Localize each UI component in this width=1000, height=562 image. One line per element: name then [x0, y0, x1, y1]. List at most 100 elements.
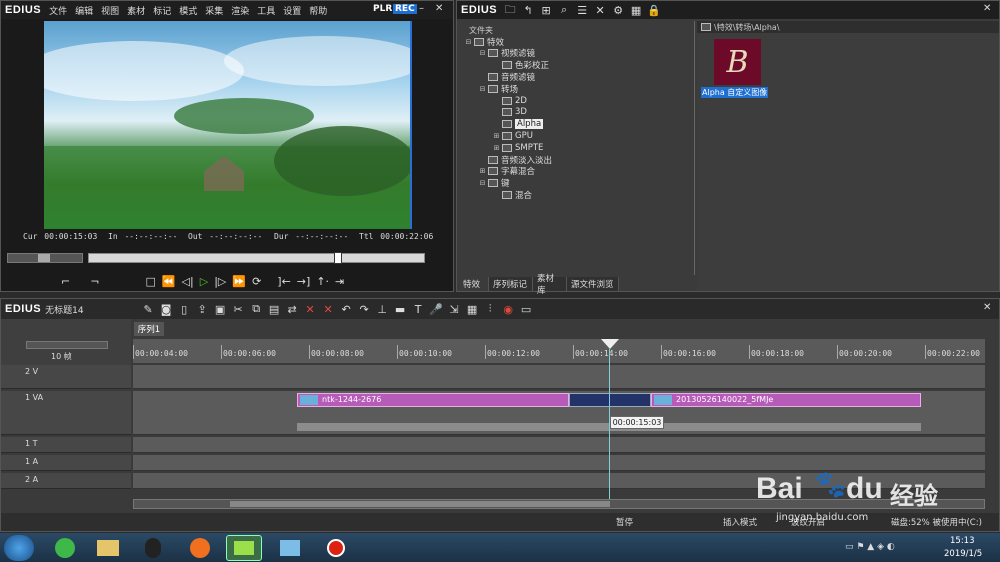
snap-icon[interactable]: ⊥: [373, 301, 391, 317]
ripple-delete-icon[interactable]: ✕: [301, 301, 319, 317]
tree-node[interactable]: 色彩校正: [493, 60, 549, 71]
expand-icon[interactable]: ⊟: [465, 38, 472, 46]
mark-in-icon[interactable]: ⌐: [61, 275, 70, 288]
cut-icon[interactable]: ✂: [229, 301, 247, 317]
clock-time[interactable]: 15:13: [950, 536, 975, 546]
rec-label[interactable]: REC: [393, 4, 417, 14]
new-sequence-icon[interactable]: ✎: [139, 301, 157, 317]
split-icon[interactable]: ↑·: [316, 275, 329, 288]
list-icon[interactable]: ☰: [573, 2, 591, 18]
track-header[interactable]: 1 A: [1, 455, 131, 471]
folder-icon[interactable]: 🗀: [501, 2, 519, 18]
taskbar-app-edius[interactable]: [226, 535, 262, 561]
render-icon[interactable]: ▬: [391, 301, 409, 317]
expand-icon[interactable]: ⊟: [479, 49, 486, 57]
scrub-bar[interactable]: [88, 252, 425, 264]
layout-icon[interactable]: ▭: [517, 301, 535, 317]
loop-icon[interactable]: ⟳: [252, 275, 261, 288]
timeline-ruler[interactable]: 00:00:04:00 00:00:06:00 00:00:08:00 00:00:1…: [133, 339, 985, 363]
effects-tab[interactable]: 序列标记: [489, 277, 533, 291]
save-icon[interactable]: ▣: [211, 301, 229, 317]
menu-item[interactable]: 标记: [149, 4, 175, 17]
clip-ntk[interactable]: ntk-1244-2676: [297, 393, 569, 407]
fast-forward-icon[interactable]: ⏩: [232, 275, 246, 288]
shuttle-slider[interactable]: [7, 253, 83, 263]
stop-icon[interactable]: □: [145, 275, 155, 288]
close-icon[interactable]: ✕: [435, 3, 443, 14]
tree-node[interactable]: ⊟ 转场: [479, 83, 518, 95]
tree-node[interactable]: Alpha: [493, 119, 544, 130]
menu-item[interactable]: 素材: [123, 4, 149, 17]
track-header[interactable]: 1 VA: [1, 391, 131, 435]
title-icon[interactable]: T: [409, 301, 427, 317]
step-forward-icon[interactable]: |▷: [214, 275, 226, 288]
playhead-marker[interactable]: [601, 339, 619, 349]
lock-icon[interactable]: 🔒: [645, 2, 663, 18]
delete-clip-icon[interactable]: ✕: [319, 301, 337, 317]
tree-node[interactable]: 混合: [493, 189, 532, 201]
export-icon[interactable]: ⇥: [335, 275, 344, 288]
effects-tab[interactable]: 特效: [459, 277, 489, 291]
effects-tab[interactable]: 源文件浏览: [567, 277, 619, 291]
sequence-tab[interactable]: 序列1: [134, 322, 164, 336]
redo-icon[interactable]: ↷: [355, 301, 373, 317]
mark-out-icon[interactable]: ¬: [90, 275, 99, 288]
tree-node[interactable]: ⊟ 视频滤镜: [479, 48, 535, 59]
menu-item[interactable]: 模式: [175, 4, 201, 17]
step-back-icon[interactable]: ◁|: [182, 275, 194, 288]
voiceover-icon[interactable]: 🎤: [427, 301, 445, 317]
new-file-icon[interactable]: ▯: [175, 301, 193, 317]
menu-item[interactable]: 工具: [253, 4, 279, 17]
timeline-close-icon[interactable]: ✕: [983, 302, 991, 313]
alpha-custom-item[interactable]: B Alpha 自定义图像: [701, 39, 781, 101]
tree-node[interactable]: ⊟ 特效: [465, 36, 504, 48]
replace-icon[interactable]: ⇄: [283, 301, 301, 317]
taskbar-app-firefox[interactable]: [182, 535, 218, 561]
track-lane[interactable]: [133, 365, 985, 389]
zoom-slider[interactable]: [26, 341, 108, 349]
taskbar-app-qq[interactable]: [135, 535, 171, 561]
menu-item[interactable]: 文件: [45, 4, 71, 17]
expand-icon[interactable]: ⊞: [479, 167, 486, 175]
track-lane[interactable]: [133, 437, 985, 453]
clip-20130526[interactable]: 20130526140022_5fMJe: [651, 393, 921, 407]
tree-node[interactable]: ⊞ GPU: [493, 130, 533, 141]
clock-date[interactable]: 2019/1/5: [944, 549, 982, 559]
expand-icon[interactable]: ⊟: [479, 179, 486, 187]
tree-node[interactable]: 音频淡入淡出: [479, 154, 552, 166]
paste-icon[interactable]: ▤: [265, 301, 283, 317]
transition-block[interactable]: [569, 393, 651, 407]
taskbar-app-record[interactable]: [318, 535, 354, 561]
scrub-handle[interactable]: [334, 252, 343, 264]
menu-item[interactable]: 帮助: [305, 4, 331, 17]
insert-icon[interactable]: ]←: [277, 275, 291, 288]
menu-item[interactable]: 设置: [279, 4, 305, 17]
menu-item[interactable]: 采集: [201, 4, 227, 17]
play-icon[interactable]: ▷: [200, 275, 208, 288]
mixer-icon[interactable]: ⫶: [481, 301, 499, 317]
taskbar-app-360[interactable]: [47, 535, 83, 561]
menu-item[interactable]: 编辑: [71, 4, 97, 17]
taskbar-app-notes[interactable]: [272, 535, 308, 561]
tree-node[interactable]: ⊞ SMPTE: [493, 142, 544, 153]
menu-item[interactable]: 视图: [97, 4, 123, 17]
export-file-icon[interactable]: ⇲: [445, 301, 463, 317]
minimize-icon[interactable]: –: [419, 3, 424, 14]
expand-icon[interactable]: ⊞: [493, 144, 500, 152]
up-icon[interactable]: ↰: [519, 2, 537, 18]
plr-label[interactable]: PLR: [373, 4, 392, 14]
delete-icon[interactable]: ✕: [591, 2, 609, 18]
tree-node[interactable]: 2D: [493, 95, 527, 106]
track-header[interactable]: 2 V: [1, 365, 131, 389]
tree-node[interactable]: 音频滤镜: [479, 71, 535, 83]
undo-icon[interactable]: ↶: [337, 301, 355, 317]
view-icon[interactable]: ▦: [627, 2, 645, 18]
search-icon[interactable]: ⌕: [555, 2, 573, 18]
start-button[interactable]: [4, 535, 34, 561]
track-header[interactable]: 1 T: [1, 437, 131, 453]
tree-node[interactable]: 3D: [493, 107, 527, 118]
copy-icon[interactable]: ⧉: [247, 301, 265, 317]
menu-item[interactable]: 渲染: [227, 4, 253, 17]
expand-icon[interactable]: ⊞: [493, 132, 500, 140]
overwrite-icon[interactable]: →]: [297, 275, 311, 288]
